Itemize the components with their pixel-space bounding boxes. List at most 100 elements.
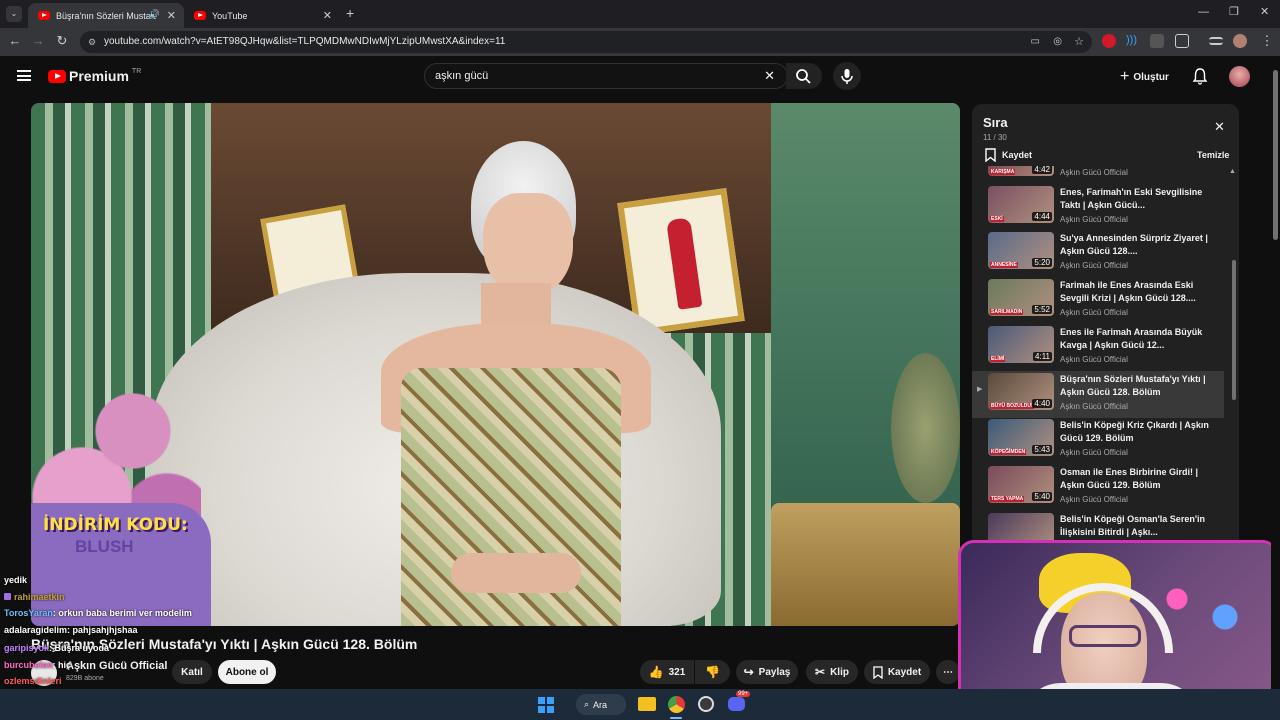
queue-item-channel: Aşkın Gücü Official [1060,214,1128,224]
chat-text: : hiç [52,660,72,670]
chrome-icon[interactable] [668,696,685,713]
youtube-favicon-icon [38,11,50,20]
save-button[interactable]: Kaydet [864,660,930,684]
extension-red-icon[interactable] [1102,34,1116,48]
thumbnail-caption: ESKİ [990,215,1004,222]
extension-shield-icon[interactable] [1150,34,1164,48]
search-button[interactable] [786,63,822,89]
url-text: youtube.com/watch?v=AtET98QJHqw&list=TLP… [104,36,506,47]
close-tab-icon[interactable]: ✕ [167,9,176,22]
page-scrollbar[interactable] [1271,56,1280,689]
queue-item[interactable]: KÖPEĞİMDEN 5:43 Belis'in Köpeği Kriz Çıkar… [972,417,1224,464]
notification-badge: 99+ [736,691,751,697]
queue-item-title: Su'ya Annesinden Sürpriz Ziyaret | Aşkın… [1060,233,1208,257]
browser-toolbar: ← → ↻ ⚙ youtube.com/watch?v=AtET98QJHqw&… [0,28,1280,56]
queue-item[interactable]: ESKİ 4:44 Enes, Farimah'ın Eski Sevgilisin… [972,184,1224,231]
account-avatar[interactable] [1229,66,1250,87]
microphone-icon [841,69,853,84]
queue-item-title: Belis'in Köpeği Osman'la Seren'in İlişki… [1060,513,1205,537]
subscribe-button[interactable]: Abone ol [218,660,276,684]
tab-youtube[interactable]: YouTube ✕ [184,3,340,28]
queue-item[interactable]: TERS YAPMA 5:40 Osman ile Enes Birbirine G… [972,464,1224,511]
like-button[interactable]: 👍 321 [640,660,694,684]
tab-label: YouTube [212,10,248,21]
thumbnail-caption: KÖPEĞİMDEN [990,449,1027,456]
notifications-bell-icon[interactable] [1192,67,1208,85]
voice-search-button[interactable] [833,62,861,90]
browser-menu-icon[interactable]: ⋮ [1258,33,1276,49]
like-count: 321 [668,666,686,678]
dislike-button[interactable]: 👎 [695,660,730,684]
search-input[interactable]: aşkın gücü ✕ [424,63,788,89]
video-duration: 4:11 [1033,351,1052,361]
profile-avatar[interactable] [1233,34,1247,48]
reload-icon[interactable]: ↻ [53,33,71,49]
clip-button[interactable]: ✂ Klip [806,660,858,684]
more-actions-button[interactable]: ⋯ [936,660,960,684]
hamburger-menu-icon[interactable] [17,70,31,81]
queue-item-thumbnail: KARIŞMA 4:42 [988,166,1054,176]
scissors-icon: ✂ [815,665,826,679]
address-bar[interactable]: ⚙ youtube.com/watch?v=AtET98QJHqw&list=T… [80,31,1092,53]
queue-item[interactable]: ELİMİ 4:11 Enes ile Farimah Arasında Büyük… [972,324,1224,371]
video-player[interactable]: İNDİRİM KODU: BLUSH [31,103,960,626]
queue-item[interactable]: Belis'in Köpeği Osman'la Seren'in İlişki… [972,511,1224,544]
bookmark-icon [873,665,883,679]
taskbar-search[interactable]: ⌕ Ara [576,694,626,715]
queue-item[interactable]: BÜYÜ BOZULDU! 4:40 ▶ Büşra'nın Sözleri Must… [972,370,1224,418]
queue-item[interactable]: KARIŞMA 4:42 Aşkın Gücü Official [972,166,1224,184]
chat-message: TorosYaran: orkun baba berimi ver modeli… [4,608,192,618]
queue-item-thumbnail: ELİMİ 4:11 [988,325,1054,363]
thumbnail-caption: KARIŞMA [990,169,1016,175]
youtube-favicon-icon [194,11,206,20]
extensions-puzzle-icon[interactable] [1175,34,1189,48]
create-button[interactable]: + Oluştur [1120,65,1169,89]
queue-item-thumbnail: TERS YAPMA 5:40 [988,465,1054,503]
eye-off-icon[interactable]: ◎ [1053,31,1062,53]
tab-current-video[interactable]: Büşra'nın Sözleri Mustafa'yı 🔊 ✕ [28,3,184,28]
clear-search-icon[interactable]: ✕ [764,64,775,88]
cast-icon[interactable]: ▭ [1031,31,1040,53]
queue-item-channel: Aşkın Gücü Official [1060,261,1128,271]
video-duration: 5:52 [1032,305,1052,315]
queue-item-title: Osman ile Enes Birbirine Girdi! | Aşkın … [1060,466,1199,490]
close-tab-icon[interactable]: ✕ [323,9,332,22]
close-window-button[interactable]: ✕ [1260,5,1269,18]
site-info-icon[interactable]: ⚙ [88,31,96,53]
reading-list-icon[interactable] [1209,37,1223,45]
gold-lamp [891,353,960,503]
queue-scrollbar[interactable] [1232,260,1236,400]
minimize-window-button[interactable]: — [1198,6,1209,18]
forward-arrow-icon[interactable]: → [29,33,47,48]
bookmark-star-icon[interactable]: ☆ [1074,31,1084,53]
queue-item-title: Belis'in Köpeği Kriz Çıkardı | Aşkın Güc… [1060,420,1209,444]
video-duration: 5:20 [1032,258,1052,268]
clear-queue-button[interactable]: Temizle [1197,150,1229,160]
discord-icon[interactable] [728,697,745,711]
queue-item-title: Büşra'nın Sözleri Mustafa'yı Yıktı | Aşk… [1060,373,1206,397]
share-arrow-icon: ↪ [743,665,754,679]
extension-audio-icon[interactable]: ))) [1126,34,1140,48]
obs-icon[interactable] [698,696,714,712]
windows-start-icon[interactable] [538,697,554,713]
channel-name[interactable]: Aşkın Gücü Official [66,660,167,672]
queue-panel: Sıra 11 / 30 ✕ Kaydet Temizle ▲ KARIŞMA 4… [972,104,1239,544]
promo-code-label: İNDİRİM KODU: [43,515,188,535]
tab-list-dropdown-icon[interactable]: ⌄ [6,6,22,22]
audio-playing-icon[interactable]: 🔊 [149,9,160,20]
chat-username: TorosYaran [4,608,53,618]
join-button[interactable]: Katıl [172,660,212,684]
file-explorer-icon[interactable] [638,697,656,711]
back-arrow-icon[interactable]: ← [6,33,24,48]
youtube-premium-logo[interactable]: Premium TR [48,68,141,84]
new-tab-button[interactable]: + [346,5,354,21]
save-queue-button[interactable]: Kaydet [985,148,1032,162]
close-queue-icon[interactable]: ✕ [1214,119,1225,135]
restore-window-button[interactable]: ❐ [1229,5,1239,18]
thumbnail-caption: ANNESİNE [990,262,1018,269]
scroll-up-arrow-icon[interactable]: ▲ [1229,168,1236,175]
share-button[interactable]: ↪ Paylaş [736,660,798,684]
queue-item[interactable]: SARILMADIN 5:52 Farimah ile Enes Arasında … [972,277,1224,324]
queue-list: KARIŞMA 4:42 Aşkın Gücü Official ESKİ 4:44 En… [972,166,1228,544]
queue-item[interactable]: ANNESİNE 5:20 Su'ya Annesinden Sürpriz Ziy… [972,230,1224,277]
